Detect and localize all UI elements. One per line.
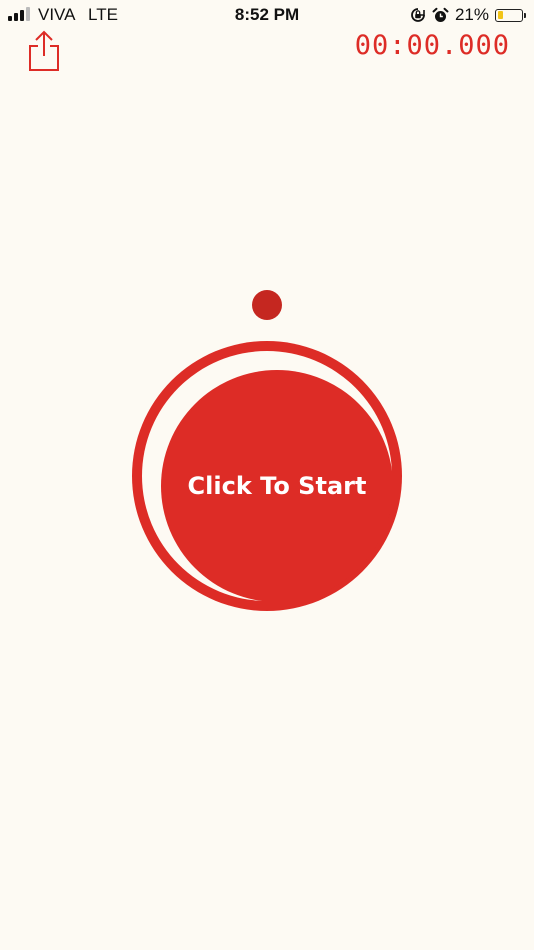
battery-level bbox=[497, 11, 503, 19]
timer-display: 00:00.000 bbox=[354, 30, 510, 61]
battery-percent: 21% bbox=[454, 5, 489, 24]
battery-tip bbox=[524, 12, 526, 18]
start-button-ring: Click To Start bbox=[142, 351, 393, 602]
start-button-core: Click To Start bbox=[161, 370, 393, 602]
app-screen: VIVA LTE 8:52 PM 21% 00:00.000 Click To … bbox=[0, 0, 534, 950]
indicator-dot bbox=[252, 290, 282, 320]
orientation-lock-icon bbox=[411, 8, 425, 22]
share-button[interactable] bbox=[24, 28, 64, 74]
battery-icon bbox=[495, 8, 523, 22]
status-bar: VIVA LTE 8:52 PM 21% bbox=[0, 0, 534, 30]
start-button[interactable]: Click To Start bbox=[132, 341, 402, 611]
status-right-group: 21% bbox=[410, 4, 526, 26]
share-icon bbox=[29, 30, 59, 71]
alarm-icon bbox=[432, 7, 449, 22]
start-button-label: Click To Start bbox=[187, 472, 367, 500]
